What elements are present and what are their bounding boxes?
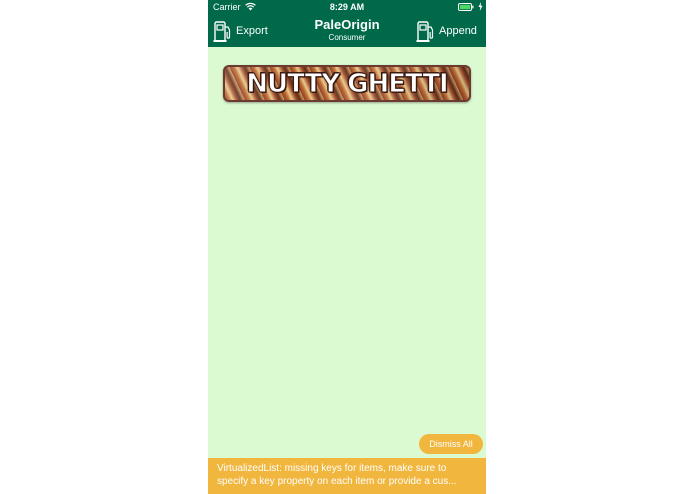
banner-title: NUTTY GHETTI bbox=[246, 68, 449, 99]
warning-line-2: specify a key property on each item or p… bbox=[217, 476, 457, 487]
append-button[interactable]: Append bbox=[416, 19, 477, 43]
battery-icon bbox=[458, 3, 474, 11]
fuel-pump-icon bbox=[416, 21, 434, 42]
app-screen: Carrier 8:29 AM Export PaleOrigin Consum… bbox=[208, 0, 486, 494]
status-time: 8:29 AM bbox=[329, 2, 365, 12]
header: Carrier 8:29 AM Export PaleOrigin Consum… bbox=[208, 0, 486, 47]
warning-line-1: VirtualizedList: missing keys for items,… bbox=[217, 463, 447, 474]
navigation-bar: Export PaleOrigin Consumer Append bbox=[208, 14, 486, 47]
charging-bolt-icon bbox=[478, 2, 483, 11]
product-banner[interactable]: NUTTY GHETTI bbox=[223, 65, 471, 102]
status-bar: Carrier 8:29 AM bbox=[208, 0, 486, 14]
warning-toast[interactable]: VirtualizedList: missing keys for items,… bbox=[208, 458, 486, 494]
dismiss-all-button[interactable]: Dismiss All bbox=[419, 434, 483, 454]
append-label: Append bbox=[439, 25, 477, 37]
